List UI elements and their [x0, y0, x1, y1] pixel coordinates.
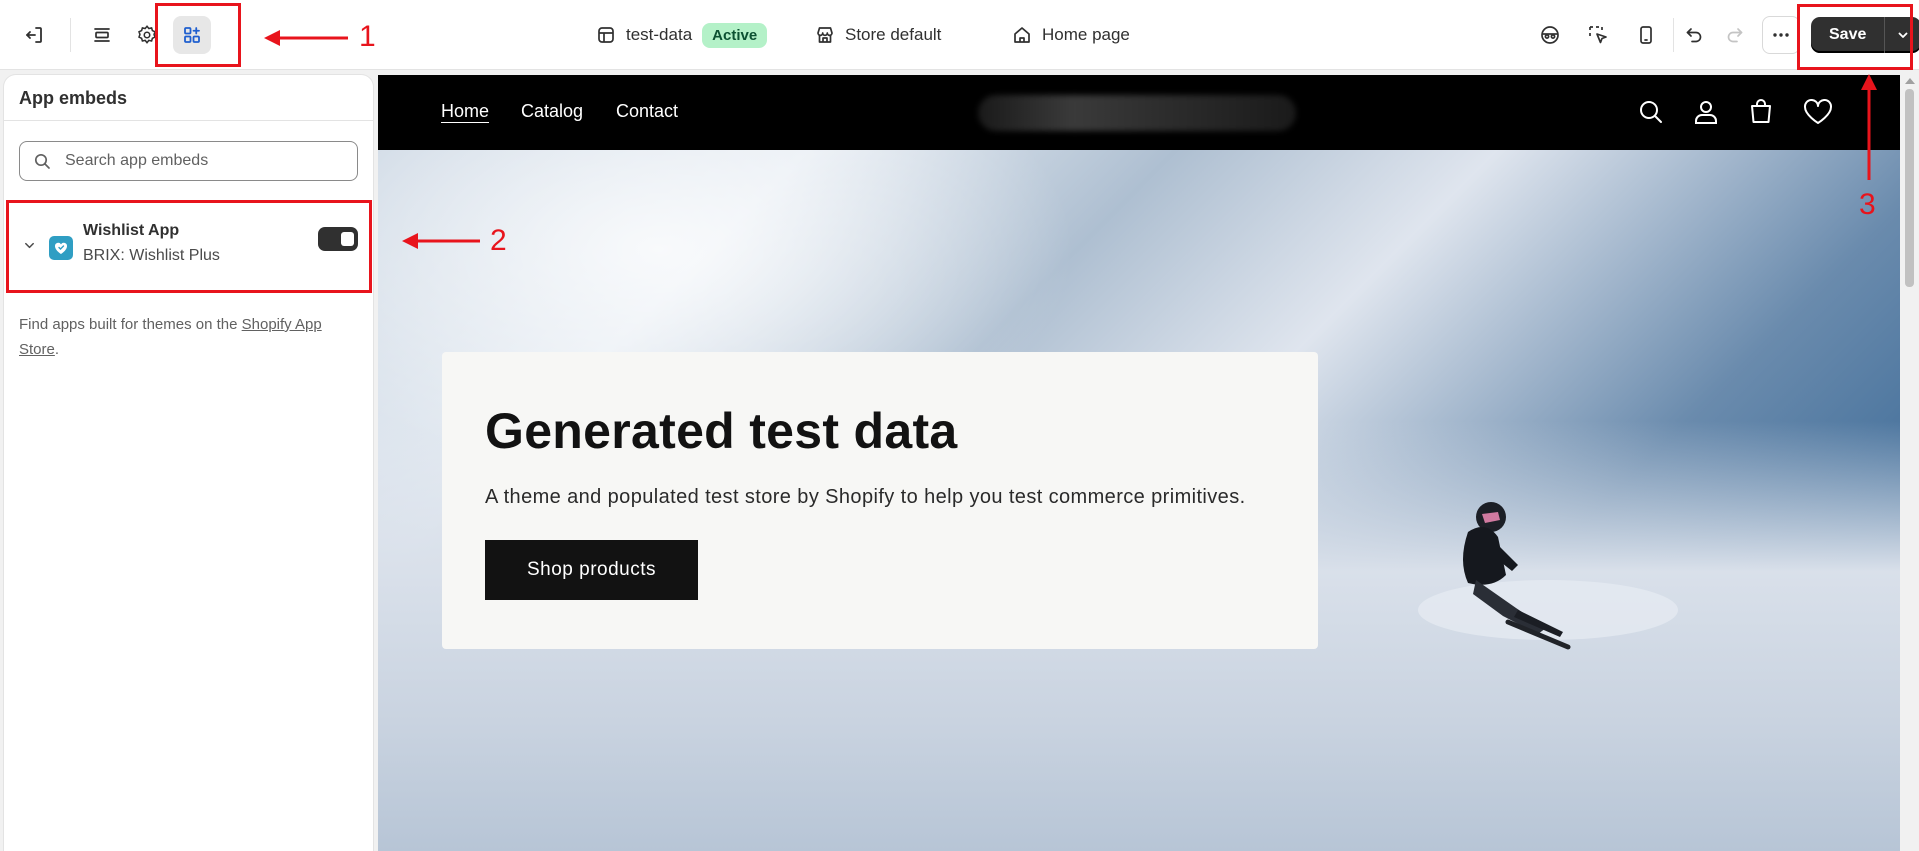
save-button[interactable]: Save	[1811, 17, 1886, 53]
store-logo[interactable]	[978, 95, 1296, 131]
toolbar-divider	[70, 18, 71, 52]
hero-card: Generated test data A theme and populate…	[442, 352, 1318, 649]
toolbar-divider	[1673, 18, 1674, 52]
annotation-arrow-1	[264, 30, 348, 46]
scroll-up-arrow[interactable]	[1905, 78, 1915, 84]
settings-icon[interactable]	[128, 16, 166, 54]
store-icon	[815, 25, 835, 45]
theme-icon	[596, 25, 616, 45]
redo-icon[interactable]	[1716, 16, 1754, 54]
help-text-suffix: .	[54, 341, 60, 358]
cart-icon[interactable]	[1748, 99, 1774, 125]
shop-products-button[interactable]: Shop products	[485, 540, 698, 600]
annotation-number-3: 3	[1859, 188, 1876, 221]
app-embed-item[interactable]: Wishlist App BRIX: Wishlist Plus	[9, 203, 369, 283]
preview-inspector-icon[interactable]	[1531, 16, 1569, 54]
wishlist-app-logo	[49, 236, 73, 260]
storefront-preview: Home Catalog Contact Generated test data…	[378, 75, 1900, 851]
save-button-group: Save	[1811, 17, 1919, 53]
save-options-button[interactable]	[1885, 17, 1919, 53]
page-selector-label: Home page	[1042, 25, 1130, 44]
search-icon	[34, 153, 51, 170]
store-context-selector[interactable]: Store default	[815, 0, 941, 70]
annotation-arrow-2	[402, 233, 480, 249]
panel-divider	[4, 120, 373, 121]
scrollbar-thumb[interactable]	[1905, 89, 1914, 287]
help-text: Find apps built for themes on the Shopif…	[19, 312, 359, 362]
status-badge: Active	[702, 22, 768, 48]
hero-title: Generated test data	[485, 403, 958, 459]
hero-text: A theme and populated test store by Shop…	[485, 486, 1246, 508]
annotation-number-2: 2	[490, 224, 507, 257]
select-element-icon[interactable]	[1579, 16, 1617, 54]
theme-selector[interactable]: test-data Active	[596, 0, 768, 70]
exit-icon[interactable]	[15, 16, 53, 54]
undo-icon[interactable]	[1675, 16, 1713, 54]
home-icon	[1012, 25, 1032, 45]
nav-link-home[interactable]: Home	[441, 101, 489, 122]
annotation-number-1: 1	[359, 20, 376, 53]
chevron-down-icon	[1896, 28, 1910, 42]
more-icon[interactable]	[1762, 16, 1800, 54]
account-icon[interactable]	[1693, 99, 1719, 125]
panel-title: App embeds	[19, 88, 128, 108]
chevron-down-icon[interactable]	[23, 239, 36, 252]
store-context-label: Store default	[845, 25, 942, 44]
help-text-prefix: Find apps built for themes on the	[19, 316, 242, 333]
app-embeds-panel: App embeds Wishlist App BRIX: Wishlist P…	[4, 75, 373, 851]
toggle-knob	[341, 232, 354, 246]
app-embed-provider: BRIX: Wishlist Plus	[83, 247, 220, 264]
search-icon[interactable]	[1638, 99, 1664, 125]
nav-link-catalog[interactable]: Catalog	[521, 101, 583, 122]
app-embed-name: Wishlist App	[83, 222, 180, 239]
theme-name: test-data	[626, 25, 693, 44]
annotation-arrow-3	[1861, 74, 1877, 180]
mobile-preview-icon[interactable]	[1627, 16, 1665, 54]
app-embeds-icon[interactable]	[173, 16, 211, 54]
app-embed-toggle[interactable]	[318, 227, 358, 251]
preview-scrollbar[interactable]	[1900, 75, 1919, 851]
page-selector[interactable]: Home page	[1012, 0, 1130, 70]
search-input[interactable]	[65, 152, 335, 170]
store-header: Home Catalog Contact	[378, 75, 1900, 150]
nav-link-contact[interactable]: Contact	[616, 101, 678, 122]
snowboarder-image	[1418, 502, 1678, 650]
sections-icon[interactable]	[83, 16, 121, 54]
wishlist-heart-icon[interactable]	[1803, 99, 1833, 125]
search-box	[19, 141, 358, 181]
